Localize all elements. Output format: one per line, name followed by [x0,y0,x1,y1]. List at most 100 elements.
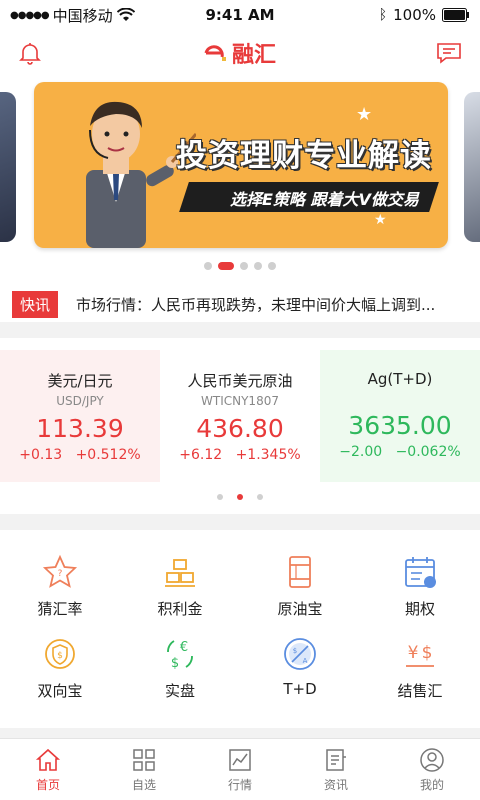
quote-pagination [0,494,480,500]
quote-name: Ag(T+D) [367,370,433,388]
user-icon [420,748,444,772]
news-icon [326,749,346,771]
message-icon[interactable] [436,41,462,65]
quote-change-row: +0.13 +0.512% [0,447,160,463]
quote-carousel[interactable]: 美元/日元 USD/JPY 113.39 +0.13 +0.512% 人民币美元… [0,338,480,514]
bottom-tab-bar: 首页 自选 行情 资讯 我的 [0,738,480,800]
quote-dot[interactable] [217,494,223,500]
bell-icon[interactable] [18,41,42,65]
pagination-dot[interactable] [268,262,276,270]
quote-percent: −0.062% [395,444,461,460]
tab-market[interactable]: 行情 [192,739,288,800]
pagination-dot[interactable] [240,262,248,270]
tab-label: 资讯 [323,778,348,792]
banner-slide[interactable]: ★ ★ ★ 投资理财专业解读 选择E策略 跟着大V做交易 [34,82,448,248]
shield-coin-icon: $ [45,639,75,669]
quote-dot[interactable] [257,494,263,500]
quote-price: 3635.00 [348,411,452,440]
status-right: ᛒ 100% [310,6,470,24]
logo-text: 融汇 [231,43,276,68]
quote-card-agtd[interactable]: Ag(T+D) 3635.00 −2.00 −0.062% [320,350,480,482]
service-real-trade[interactable]: € $ 实盘 [120,636,240,716]
presenter-illustration [86,101,196,248]
quote-change: +6.12 [179,447,223,463]
star-decoration-3: ★ [374,212,387,228]
banner-subtitle: 选择E策略 跟着大V做交易 [230,190,419,209]
star-question-icon: ? [42,554,78,588]
app-header: 融汇 [0,30,480,76]
service-two-way[interactable]: $ 双向宝 [0,636,120,716]
service-label: 猜汇率 [37,600,83,618]
news-ticker[interactable]: 快讯 市场行情：人民币再现跌势，未理中间价大幅上调到... [0,286,480,322]
tab-home[interactable]: 首页 [0,739,96,800]
status-time: 9:41 AM [205,6,275,24]
service-options[interactable]: 期权 [360,554,480,634]
yen-dollar-icon: ¥ $ [406,643,434,667]
star-decoration-1: ★ [356,104,373,125]
svg-text:$: $ [57,651,63,661]
app-logo: 融汇 [202,37,276,69]
wifi-icon [116,8,135,21]
chart-icon [229,749,251,771]
pagination-dot-active[interactable] [218,262,234,270]
service-label: T+D [283,680,317,698]
logo-e-icon [204,45,226,61]
banner-carousel[interactable]: ★ ★ ★ 投资理财专业解读 选择E策略 跟着大V做交易 [0,76,480,286]
svg-text:?: ? [58,569,63,579]
svg-text:€: € [180,640,188,655]
grid-icon [133,749,155,771]
quote-price: 436.80 [196,414,284,443]
bluetooth-icon: ᛒ [378,7,388,23]
tab-news[interactable]: 资讯 [288,739,384,800]
quote-percent: +0.512% [75,447,141,463]
service-label: 结售汇 [397,682,443,700]
service-label: 期权 [404,600,435,618]
quote-card-wticny[interactable]: 人民币美元原油 WTICNY1807 436.80 +6.12 +1.345% [160,350,320,482]
service-guess-rate[interactable]: ? 猜汇率 [0,554,120,634]
status-bar: ●●●●● 中国移动 9:41 AM ᛒ 100% [0,0,480,30]
banner-prev-slide[interactable] [0,92,16,242]
tab-label: 行情 [227,778,252,792]
home-icon [35,748,61,771]
gold-bars-icon [165,559,195,587]
banner-pagination [0,262,480,270]
tab-label: 首页 [35,778,60,792]
quote-change-row: +6.12 +1.345% [160,447,320,463]
service-grid: ? 猜汇率 积利金 原油宝 期权 $ 双向宝 € $ 实盘 $ A T+D ¥ $ 结… [0,530,480,728]
quote-change: −2.00 [339,444,383,460]
quote-code: USD/JPY [56,394,104,408]
pagination-dot[interactable] [204,262,212,270]
battery-label: 100% [393,6,436,24]
tab-watchlist[interactable]: 自选 [96,739,192,800]
quote-name: 人民币美元原油 [187,372,293,390]
svg-text:$: $ [171,656,179,671]
quote-card-usdjpy[interactable]: 美元/日元 USD/JPY 113.39 +0.13 +0.512% [0,350,160,482]
service-label: 积利金 [157,600,203,618]
news-text[interactable]: 市场行情：人民币再现跌势，未理中间价大幅上调到... [76,294,436,315]
service-label: 实盘 [164,682,195,700]
calendar-icon [405,557,436,588]
banner-next-slide[interactable] [464,92,480,242]
service-oil[interactable]: 原油宝 [240,554,360,634]
battery-icon [442,8,469,22]
td-coin-icon: $A [284,638,316,670]
service-fx-settlement[interactable]: ¥ $ 结售汇 [360,636,480,716]
service-gold[interactable]: 积利金 [120,554,240,634]
news-badge: 快讯 [12,290,59,318]
quote-code [320,391,480,405]
currency-exchange-icon: €$ [167,640,193,671]
quote-dot-active[interactable] [237,494,243,500]
quote-change-row: −2.00 −0.062% [320,444,480,460]
quote-code: WTICNY1807 [201,394,279,408]
tab-label: 我的 [419,778,444,792]
tab-profile[interactable]: 我的 [384,739,480,800]
pagination-dot[interactable] [254,262,262,270]
svg-text:$: $ [293,647,297,655]
tab-label: 自选 [131,778,156,792]
status-left: ●●●●● 中国移动 [10,5,170,26]
signal-icon: ●●●●● [10,9,50,21]
svg-text:¥: ¥ [408,643,419,663]
service-td[interactable]: $ A T+D [240,636,360,716]
service-label: 原油宝 [277,600,323,618]
quote-price: 113.39 [36,414,124,443]
